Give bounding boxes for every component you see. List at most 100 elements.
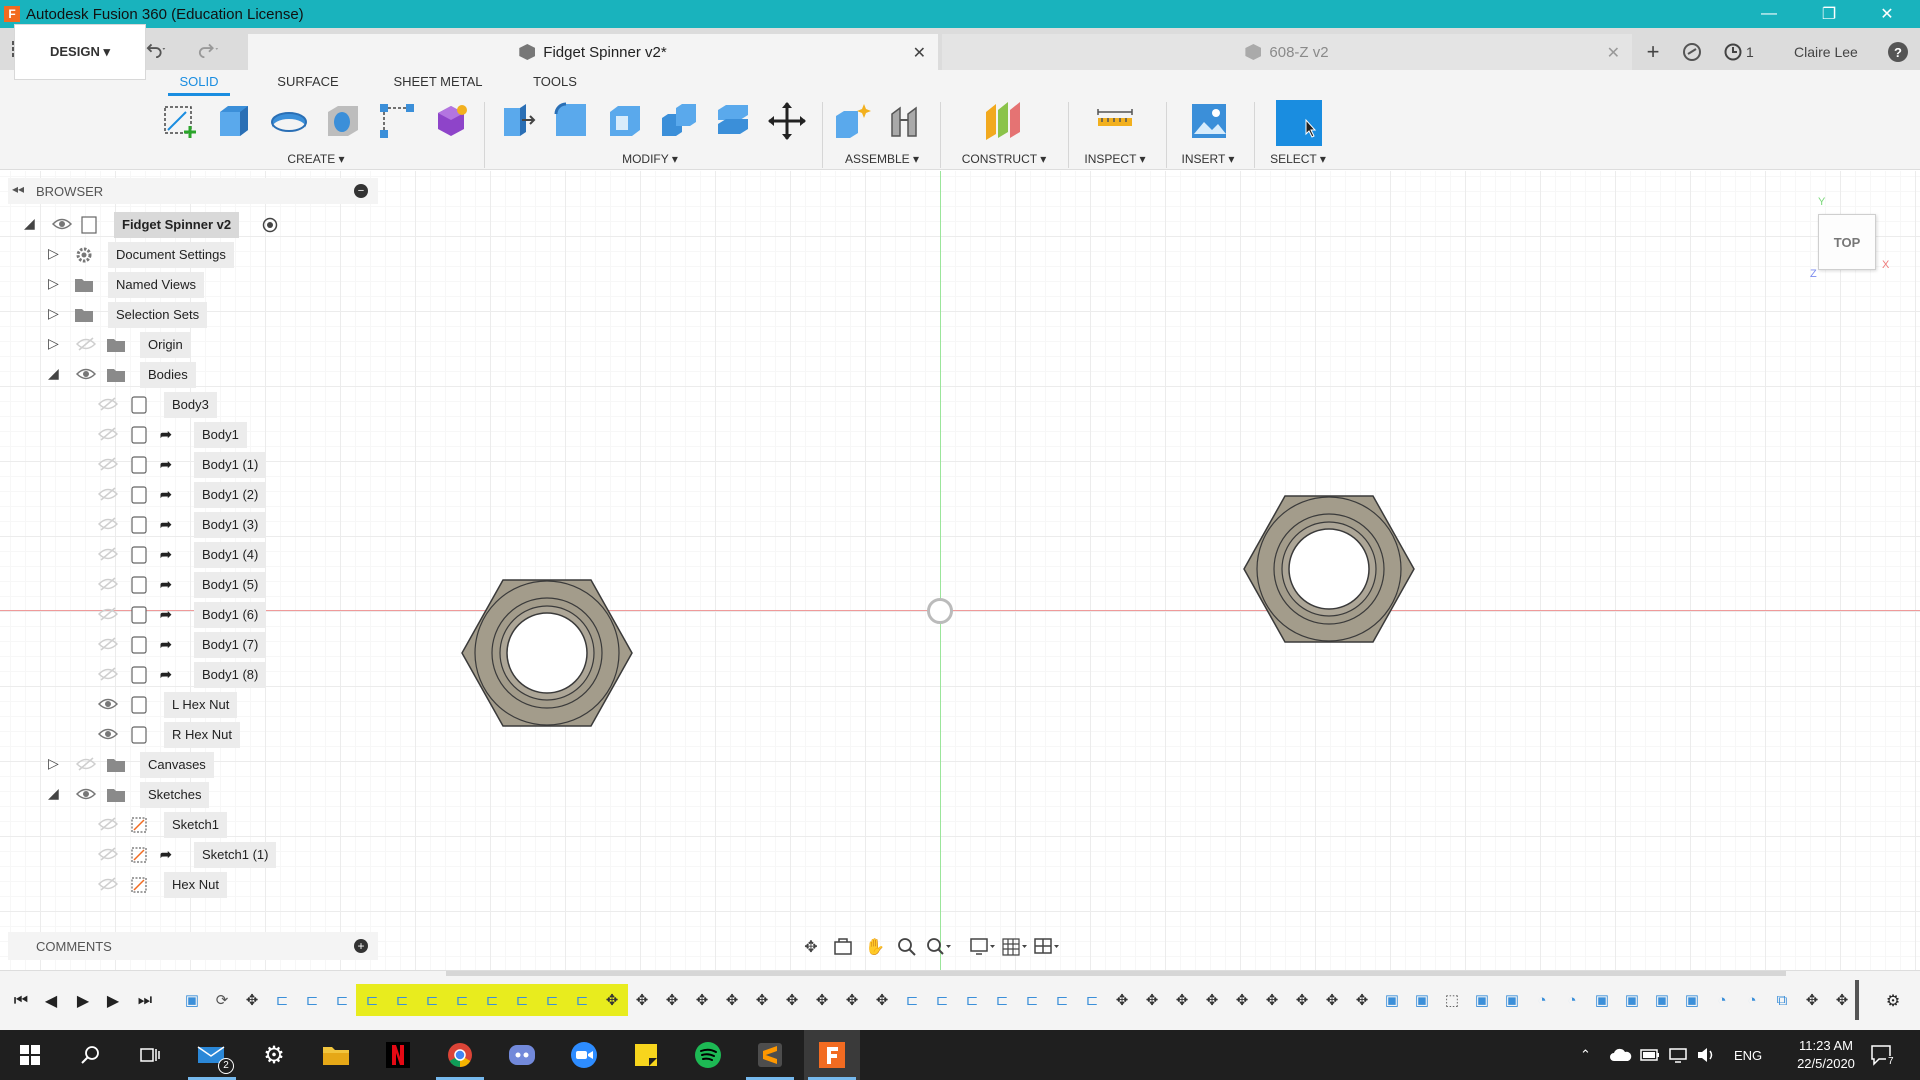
hidden-eye-icon[interactable]: [98, 426, 118, 442]
look-at-icon[interactable]: [830, 935, 856, 959]
hidden-eye-icon[interactable]: [76, 336, 96, 352]
settings-icon[interactable]: ⚙: [246, 1030, 302, 1080]
timeline-pattern-feature-icon[interactable]: ⟳: [210, 988, 234, 1012]
timeline-move-feature-icon[interactable]: ✥: [630, 988, 654, 1012]
browser-item-bodies[interactable]: ◢ Bodies: [8, 362, 378, 388]
timeline-body-feature-icon[interactable]: ▣: [1590, 988, 1614, 1012]
browser-item-body[interactable]: ➦ Body1 (6): [8, 602, 378, 628]
joint-icon[interactable]: [886, 100, 928, 142]
timeline-sketch-feature-icon[interactable]: ⊏: [960, 988, 984, 1012]
close-tab-icon[interactable]: ✕: [913, 43, 926, 63]
hidden-eye-icon[interactable]: [76, 756, 96, 772]
offset-plane-icon[interactable]: [982, 100, 1024, 142]
show-hidden-icons[interactable]: ⌃: [1580, 1030, 1591, 1080]
timeline-body-feature-icon[interactable]: ▣: [1500, 988, 1524, 1012]
browser-item-body[interactable]: ➦ Body1 (5): [8, 572, 378, 598]
timeline-move-feature-icon[interactable]: ✥: [870, 988, 894, 1012]
timeline-sketch-feature-icon[interactable]: ⊏: [1050, 988, 1074, 1012]
network-icon[interactable]: [1668, 1030, 1688, 1080]
collapse-browser-icon[interactable]: ◂◂: [12, 182, 24, 196]
battery-icon[interactable]: [1640, 1030, 1660, 1080]
comments-panel[interactable]: COMMENTS +: [8, 932, 378, 960]
timeline-move-feature-icon[interactable]: ✥: [1320, 988, 1344, 1012]
sublime-text-icon[interactable]: [742, 1030, 798, 1080]
grid-settings-icon[interactable]: [1002, 935, 1028, 959]
action-center-icon[interactable]: 7: [1870, 1030, 1904, 1080]
browser-item-origin[interactable]: ▷ Origin: [8, 332, 378, 358]
timeline-combine-feature-icon[interactable]: ⧉: [1770, 988, 1794, 1012]
help-icon[interactable]: ?: [1888, 34, 1908, 70]
tab-tools[interactable]: TOOLS: [528, 74, 582, 96]
timeline-move-feature-icon[interactable]: ✥: [660, 988, 684, 1012]
right-hex-nut-body[interactable]: [1242, 494, 1416, 644]
timeline-sketch-feature-icon[interactable]: ⊏: [420, 988, 444, 1012]
timeline-move-feature-icon[interactable]: ✥: [240, 988, 264, 1012]
assemble-menu[interactable]: ASSEMBLE ▾: [836, 152, 928, 166]
timeline-sketch-feature-icon[interactable]: ⊏: [1080, 988, 1104, 1012]
hidden-eye-icon[interactable]: [98, 636, 118, 652]
timeline-sketch-feature-icon[interactable]: ⊏: [450, 988, 474, 1012]
expand-triangle-icon[interactable]: ▷: [48, 275, 66, 293]
left-hex-nut-body[interactable]: [460, 578, 634, 728]
timeline-body-feature-icon[interactable]: ▣: [1620, 988, 1644, 1012]
timeline-last-icon[interactable]: ⏭: [134, 990, 156, 1012]
timeline-body-feature-icon[interactable]: ▣: [1410, 988, 1434, 1012]
timeline-sketch-feature-icon[interactable]: ⊏: [510, 988, 534, 1012]
file-explorer-icon[interactable]: [308, 1030, 364, 1080]
timeline-move-feature-icon[interactable]: ✥: [1830, 988, 1854, 1012]
browser-item-named-views[interactable]: ▷ Named Views: [8, 272, 378, 298]
hidden-eye-icon[interactable]: [98, 846, 118, 862]
timeline-sketch-feature-icon[interactable]: ⊏: [900, 988, 924, 1012]
visibility-eye-icon[interactable]: [98, 696, 118, 712]
clock[interactable]: 11:23 AM 22/5/2020: [1786, 1030, 1866, 1080]
browser-item-canvases[interactable]: ▷ Canvases: [8, 752, 378, 778]
browser-minimize-icon[interactable]: −: [354, 184, 368, 198]
user-account-menu[interactable]: Claire Lee: [1794, 34, 1858, 70]
timeline-move-feature-icon[interactable]: ✥: [600, 988, 624, 1012]
timeline-body-feature-icon[interactable]: ▣: [1680, 988, 1704, 1012]
timeline-sketch-feature-icon[interactable]: ⊏: [1020, 988, 1044, 1012]
construct-menu[interactable]: CONSTRUCT ▾: [952, 152, 1056, 166]
timeline-move-feature-icon[interactable]: ✥: [1800, 988, 1824, 1012]
mail-icon[interactable]: 2: [184, 1030, 240, 1080]
extrude-icon[interactable]: [214, 100, 256, 142]
hidden-eye-icon[interactable]: [98, 876, 118, 892]
hidden-eye-icon[interactable]: [98, 546, 118, 562]
timeline-move-feature-icon[interactable]: ✥: [1110, 988, 1134, 1012]
origin-point[interactable]: [927, 598, 953, 624]
redo-icon[interactable]: [198, 38, 220, 60]
timeline-move-feature-icon[interactable]: ✥: [750, 988, 774, 1012]
timeline-move-feature-icon[interactable]: ✥: [780, 988, 804, 1012]
start-icon[interactable]: [2, 1030, 58, 1080]
fillet-icon[interactable]: [550, 100, 592, 142]
hidden-eye-icon[interactable]: [98, 456, 118, 472]
timeline-body-feature-icon[interactable]: ▣: [180, 988, 204, 1012]
collapse-triangle-icon[interactable]: ◢: [24, 215, 42, 233]
timeline-body-feature-icon[interactable]: ▣: [1470, 988, 1494, 1012]
timeline-fillet-feature-icon[interactable]: ◔: [1710, 988, 1734, 1012]
browser-item-body[interactable]: ➦ Body1 (3): [8, 512, 378, 538]
timeline-next-icon[interactable]: ▶: [102, 990, 124, 1012]
timeline-fillet-feature-icon[interactable]: ◔: [1740, 988, 1764, 1012]
browser-item-selection-sets[interactable]: ▷ Selection Sets: [8, 302, 378, 328]
tab-solid[interactable]: SOLID: [168, 74, 230, 96]
timeline-scrollbar[interactable]: [446, 971, 1786, 976]
hidden-eye-icon[interactable]: [98, 486, 118, 502]
timeline-settings-gear-icon[interactable]: ⚙: [1882, 990, 1904, 1012]
fusion-360-icon[interactable]: [804, 1030, 860, 1080]
visibility-eye-icon[interactable]: [98, 726, 118, 742]
timeline-sketch-feature-icon[interactable]: ⊏: [300, 988, 324, 1012]
zoom-icon[interactable]: [556, 1030, 612, 1080]
inspect-menu[interactable]: INSPECT ▾: [1074, 152, 1156, 166]
browser-item-l-hex-nut[interactable]: L Hex Nut: [8, 692, 378, 718]
timeline-body-feature-icon[interactable]: ▣: [1380, 988, 1404, 1012]
tab-sheet-metal[interactable]: SHEET METAL: [390, 74, 486, 96]
view-cube[interactable]: TOP: [1818, 214, 1876, 270]
browser-item-r-hex-nut[interactable]: R Hex Nut: [8, 722, 378, 748]
timeline-sketch-feature-icon[interactable]: ⊏: [930, 988, 954, 1012]
chrome-icon[interactable]: [432, 1030, 488, 1080]
timeline-sketch-feature-icon[interactable]: ⊏: [270, 988, 294, 1012]
spotify-icon[interactable]: [680, 1030, 736, 1080]
search-icon[interactable]: [62, 1030, 118, 1080]
timeline-play-icon[interactable]: ▶: [72, 990, 94, 1012]
